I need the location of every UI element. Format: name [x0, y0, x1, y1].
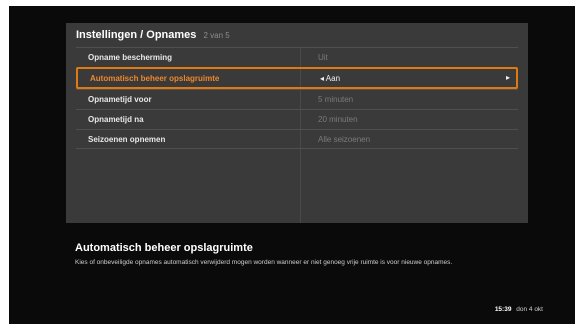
chevron-right-icon[interactable]: ▸ [506, 73, 510, 82]
setting-row-recording-time-before[interactable]: Opnametijd voor 5 minuten [76, 89, 518, 109]
setting-row-auto-storage-management[interactable]: Automatisch beheer opslagruimte ◂ Aan ▸ [76, 67, 518, 89]
settings-panel: Instellingen / Opnames 2 van 5 Opname be… [66, 23, 528, 223]
setting-row-recording-protection[interactable]: Opname bescherming Uit [76, 47, 518, 67]
setting-value: ◂ Aan [320, 74, 340, 83]
info-description: Kies of onbeveiligde opnames automatisch… [75, 259, 453, 266]
setting-row-record-seasons[interactable]: Seizoenen opnemen Alle seizoenen [76, 129, 518, 149]
setting-label: Opname bescherming [88, 53, 173, 62]
page-title-text: Instellingen / Opnames [76, 29, 197, 41]
setting-label: Opnametijd voor [88, 95, 152, 104]
clock-time: 15:39 [494, 306, 512, 313]
setting-value: 5 minuten [318, 95, 354, 104]
header: Instellingen / Opnames 2 van 5 [66, 23, 528, 47]
info-title: Automatisch beheer opslagruimte [75, 242, 253, 254]
setting-label: Automatisch beheer opslagruimte [90, 74, 220, 83]
setting-value: Alle seizoenen [318, 135, 371, 144]
setting-value: 20 minuten [318, 115, 358, 124]
setting-value-text: Aan [325, 74, 341, 83]
settings-list: Opname bescherming Uit Automatisch behee… [76, 47, 518, 149]
clock-date: don 4 okt [516, 306, 543, 313]
page-title: Instellingen / Opnames 2 van 5 [76, 29, 230, 41]
setting-label: Seizoenen opnemen [88, 135, 166, 144]
tv-screen: Instellingen / Opnames 2 van 5 Opname be… [9, 6, 575, 324]
status-clock: 15:39 don 4 okt [495, 306, 543, 313]
setting-value: Uit [318, 53, 328, 62]
setting-label: Opnametijd na [88, 115, 144, 124]
page-indicator: 2 van 5 [203, 31, 230, 40]
info-panel: Automatisch beheer opslagruimte Kies of … [75, 242, 515, 268]
setting-row-recording-time-after[interactable]: Opnametijd na 20 minuten [76, 109, 518, 129]
chevron-left-icon[interactable]: ◂ [320, 74, 324, 83]
